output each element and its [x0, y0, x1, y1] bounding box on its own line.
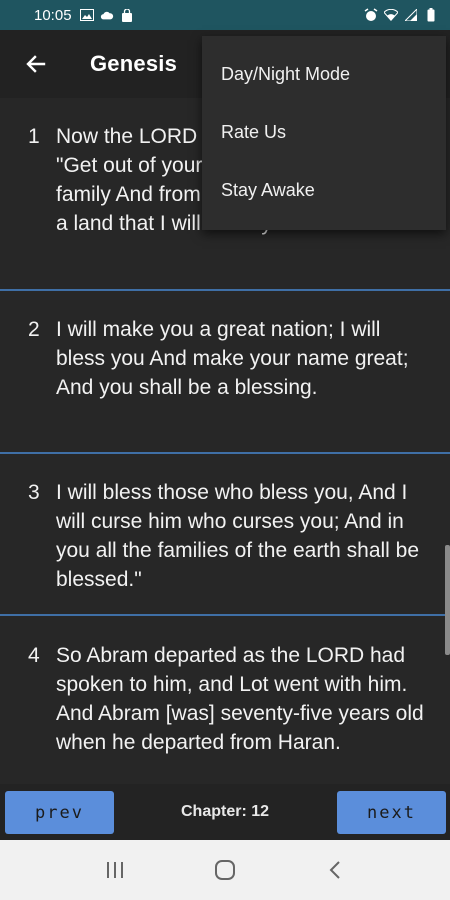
gallery-icon: [79, 8, 94, 22]
wifi-icon: [384, 8, 398, 22]
scrollbar-thumb[interactable]: [445, 545, 450, 655]
page-title: Genesis: [90, 51, 178, 76]
chapter-nav-bar: prev Chapter: 12 next: [0, 784, 450, 840]
menu-item-stay-awake[interactable]: Stay Awake: [202, 161, 446, 219]
status-bar: 10:05: [0, 0, 450, 30]
menu-item-day-night-mode[interactable]: Day/Night Mode: [202, 45, 446, 103]
verse-item[interactable]: 3 I will bless those who bless you, And I…: [0, 478, 450, 594]
arrow-left-icon[interactable]: [18, 46, 54, 82]
menu-item-rate-us[interactable]: Rate Us: [202, 103, 446, 161]
verse-number: 2: [28, 318, 40, 341]
verse-number: 1: [28, 125, 40, 148]
verse-number: 4: [28, 644, 40, 667]
home-icon[interactable]: [205, 850, 245, 890]
verse-divider: [0, 614, 450, 616]
verse-text: I will bless those who bless you, And I …: [56, 481, 420, 591]
overflow-menu: Day/Night Mode Rate Us Stay Awake: [202, 36, 446, 230]
prev-button[interactable]: prev: [5, 791, 114, 834]
chapter-label: Chapter: 12: [180, 803, 270, 820]
verse-item[interactable]: 4 So Abram departed as the LORD had spoke…: [0, 641, 450, 757]
alarm-icon: [364, 8, 378, 22]
bag-icon: [120, 8, 134, 22]
cloud-icon: [100, 8, 114, 22]
recents-icon[interactable]: [95, 850, 135, 890]
next-button[interactable]: next: [337, 791, 446, 834]
status-time: 10:05: [34, 6, 72, 24]
verse-text: I will make you a great nation; I will b…: [56, 318, 409, 399]
verse-item[interactable]: 2 I will make you a great nation; I will …: [0, 315, 450, 402]
verse-text: So Abram departed as the LORD had spoken…: [56, 644, 424, 754]
signal-icon: [404, 8, 418, 22]
verse-divider: [0, 289, 450, 291]
battery-icon: [424, 8, 438, 22]
verse-number: 3: [28, 481, 40, 504]
back-icon[interactable]: [315, 850, 355, 890]
verse-divider: [0, 452, 450, 454]
system-nav-bar: [0, 840, 450, 900]
